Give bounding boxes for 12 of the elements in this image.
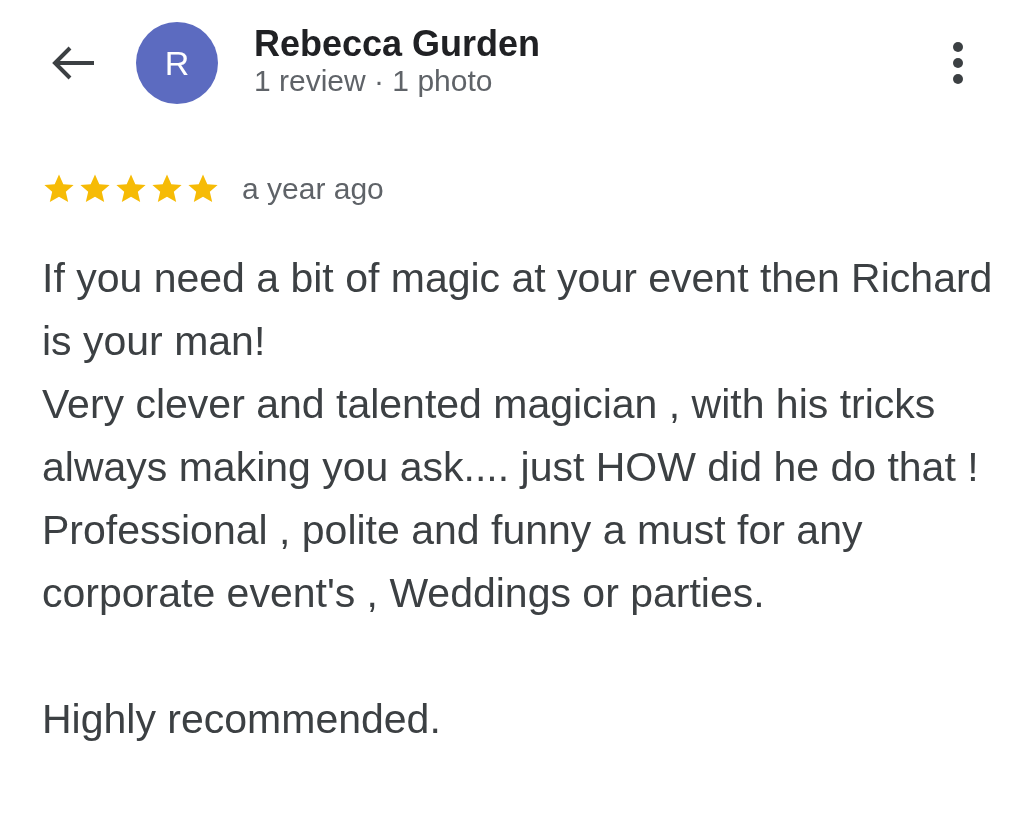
star-icon xyxy=(78,172,112,205)
review-count: 1 review · 1 photo xyxy=(254,63,494,99)
review-text: If you need a bit of magic at your event then Richard is your man! Very clever and talented magician , with his tricks always making you ask.... just HOW did he do that ! Professional , polite and funny a must for any corporate event's , Weddings or parties. Highly recommended. xyxy=(42,254,994,744)
back-arrow-icon[interactable] xyxy=(50,45,96,81)
avatar: R xyxy=(136,22,218,104)
star-icon xyxy=(186,172,220,205)
star-icon xyxy=(150,172,184,205)
star-icon xyxy=(114,172,148,205)
reviewer-name: Rebecca Gurden xyxy=(254,26,542,62)
more-options-icon[interactable] xyxy=(952,41,964,85)
review-time: a year ago xyxy=(242,171,384,207)
star-icon xyxy=(42,172,76,205)
